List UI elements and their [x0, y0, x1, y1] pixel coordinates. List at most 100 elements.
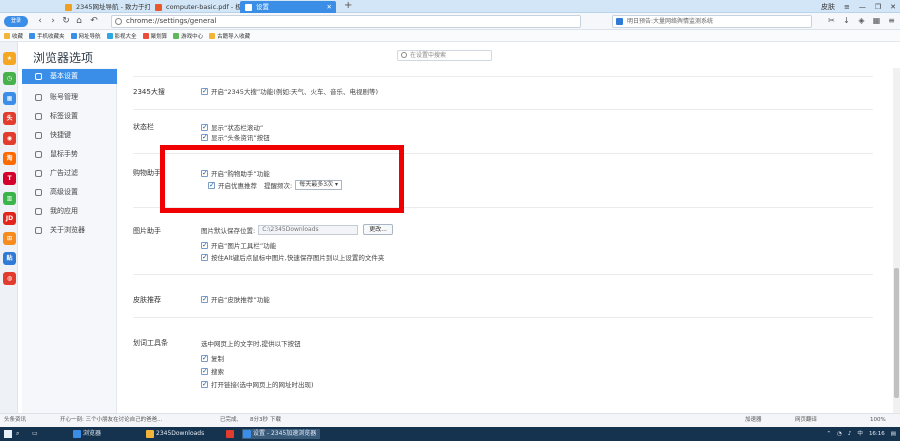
forward-button[interactable]: › — [47, 15, 59, 27]
taobao-app-icon[interactable]: 淘 — [3, 152, 16, 165]
history-app-icon[interactable]: ◷ — [3, 72, 16, 85]
option-copy[interactable]: 复制 — [201, 353, 224, 363]
download-icon[interactable]: ↓ — [842, 16, 851, 25]
option-label: 显示“状态栏滚动” — [211, 124, 264, 132]
minimize-button[interactable]: — — [859, 1, 866, 13]
login-badge[interactable]: 登录 — [4, 16, 28, 27]
checkbox[interactable] — [201, 367, 208, 375]
zoom-level[interactable]: 100% — [870, 414, 886, 427]
nav-shortcuts[interactable]: 快捷键 — [22, 128, 117, 143]
checkbox[interactable] — [201, 295, 208, 303]
iqiyi-app-icon[interactable]: ▥ — [3, 192, 16, 205]
nav-my-apps[interactable]: 我的应用 — [22, 204, 117, 219]
download-status[interactable]: 下载 — [270, 414, 281, 427]
bookmark-item[interactable]: 收藏 — [4, 32, 23, 40]
network-icon[interactable]: ◔ — [837, 427, 842, 441]
tieba-app-icon[interactable]: 贴 — [3, 252, 16, 265]
game-app-icon[interactable]: ◍ — [3, 272, 16, 285]
volume-icon[interactable]: ♪ — [848, 427, 852, 441]
browse-button[interactable]: 更改... — [363, 224, 393, 235]
image-path-field[interactable]: C:\2345Downloads — [258, 224, 359, 235]
checkbox[interactable] — [201, 241, 208, 249]
nav-advanced[interactable]: 高级设置 — [22, 185, 117, 200]
new-tab-button[interactable]: + — [344, 0, 352, 12]
close-window-button[interactable]: ✕ — [890, 1, 896, 13]
option-dasou[interactable]: 开启“2345大搜”功能(例如:天气、火车、音乐、电视剧等) — [201, 86, 378, 96]
checkbox[interactable] — [201, 253, 208, 261]
chevron-up-icon[interactable]: ⌃ — [826, 427, 831, 441]
nav-basic-settings[interactable]: 基本设置 — [22, 69, 117, 84]
folder-icon — [209, 32, 216, 39]
back-button[interactable]: ‹ — [34, 15, 46, 27]
start-button[interactable] — [2, 429, 14, 439]
skin-button[interactable]: 皮肤 — [821, 1, 835, 13]
weibo-app-icon[interactable]: ◉ — [3, 132, 16, 145]
scroll-thumb[interactable] — [894, 268, 899, 398]
bookmark-item[interactable]: 手机收藏夹 — [29, 32, 65, 40]
taskbar-item-downloads[interactable]: 2345Downloads — [145, 429, 204, 439]
bookmark-item[interactable]: 古籍导入收藏 — [209, 32, 250, 40]
taskbar-item-browser[interactable]: 浏览器 — [72, 429, 101, 439]
home-button[interactable]: ⌂ — [73, 15, 85, 27]
bookmark-label: 游戏中心 — [181, 33, 204, 40]
checkbox[interactable] — [201, 133, 208, 141]
nav-label: 我的应用 — [50, 207, 78, 215]
option-toutiao-button[interactable]: 显示“头条资讯”按钮 — [201, 132, 270, 142]
search-box[interactable]: 明日预告:大量网络舆情监测系统 — [612, 15, 812, 28]
menu-icon[interactable]: ≡ — [887, 16, 896, 25]
maximize-button[interactable]: ❐ — [875, 1, 881, 13]
search-hint: 明日预告:大量网络舆情监测系统 — [627, 18, 714, 25]
settings-search-input[interactable]: 在设置中搜索 — [397, 50, 492, 61]
toutiao-app-icon[interactable]: 头 — [3, 112, 16, 125]
apps-icon — [35, 208, 42, 215]
toutiao-status[interactable]: 头条资讯 — [4, 414, 26, 427]
scrollbar[interactable] — [893, 68, 900, 413]
translate-status[interactable]: 网页翻译 — [795, 414, 817, 427]
game-icon[interactable]: ◈ — [857, 16, 866, 25]
taskbar-item-app[interactable] — [225, 429, 236, 439]
nav-mouse-gestures[interactable]: 鼠标手势 — [22, 147, 117, 162]
option-statusbar-scroll[interactable]: 显示“状态栏滚动” — [201, 122, 263, 132]
checkbox[interactable] — [201, 380, 208, 388]
nav-about[interactable]: 关于浏览器 — [22, 223, 117, 238]
nav-ad-filter[interactable]: 广告过滤 — [22, 166, 117, 181]
bookmark-item[interactable]: 游戏中心 — [173, 32, 203, 40]
option-open-link[interactable]: 打开链接(选中网页上的网址时出现) — [201, 379, 314, 389]
bookmark-item[interactable]: 聚划算 — [142, 32, 167, 40]
tab-settings[interactable]: 设置 ✕ — [240, 1, 336, 13]
tab-2345-nav[interactable]: 2345网址导航 - 致力于打造百 — [60, 1, 150, 13]
favorites-app-icon[interactable]: ★ — [3, 52, 16, 65]
tmall-app-icon[interactable]: T — [3, 172, 16, 185]
url-input[interactable]: chrome://settings/general — [111, 15, 581, 28]
bookmark-item[interactable]: 网址导航 — [70, 32, 101, 40]
clock[interactable]: 16:16 — [869, 427, 885, 441]
search-taskbar-icon[interactable]: ⌕ — [16, 429, 28, 439]
reader-app-icon[interactable]: ▦ — [3, 92, 16, 105]
task-view-icon[interactable]: ▭ — [32, 429, 42, 439]
grid-icon[interactable]: ▦ — [872, 16, 881, 25]
option-alt-save[interactable]: 按住Alt键后点鼠标中图片,快速保存图片到以上设置的文件夹 — [201, 252, 384, 262]
input-lang[interactable]: 中 — [857, 427, 863, 441]
menu-icon[interactable]: ≡ — [844, 1, 850, 13]
undo-close-button[interactable]: ↶ — [88, 15, 100, 27]
checkbox[interactable] — [201, 123, 208, 131]
option-search[interactable]: 搜索 — [201, 366, 224, 376]
jd-app-icon[interactable]: JD — [3, 212, 16, 225]
option-skin[interactable]: 开启“皮肤推荐”功能 — [201, 294, 270, 304]
notification-icon[interactable]: ▤ — [891, 427, 896, 441]
nav-account[interactable]: 账号管理 — [22, 90, 117, 105]
checkbox[interactable] — [201, 354, 208, 362]
screenshot-icon[interactable]: ✂ — [827, 16, 836, 25]
reload-button[interactable]: ↻ — [60, 15, 72, 27]
news-ticker[interactable]: 开心一刻: 三个小朋友在讨论自己的爸爸... — [60, 414, 162, 427]
accelerator-status[interactable]: 加速器 — [745, 414, 762, 427]
close-icon[interactable]: ✕ — [327, 1, 332, 13]
tab-pdf[interactable]: computer-basic.pdf - 极书 — [150, 1, 240, 13]
checkbox[interactable] — [201, 87, 208, 95]
nav-tabs[interactable]: 标签设置 — [22, 109, 117, 124]
tools-app-icon[interactable]: ⊞ — [3, 232, 16, 245]
option-image-toolbar[interactable]: 开启“图片工具栏”功能 — [201, 240, 276, 250]
bookmark-item[interactable]: 影视大全 — [106, 32, 137, 40]
taskbar-item-settings[interactable]: 设置 - 2345加速浏览器 — [242, 429, 321, 439]
option-label: 打开链接(选中网页上的网址时出现) — [211, 381, 314, 389]
